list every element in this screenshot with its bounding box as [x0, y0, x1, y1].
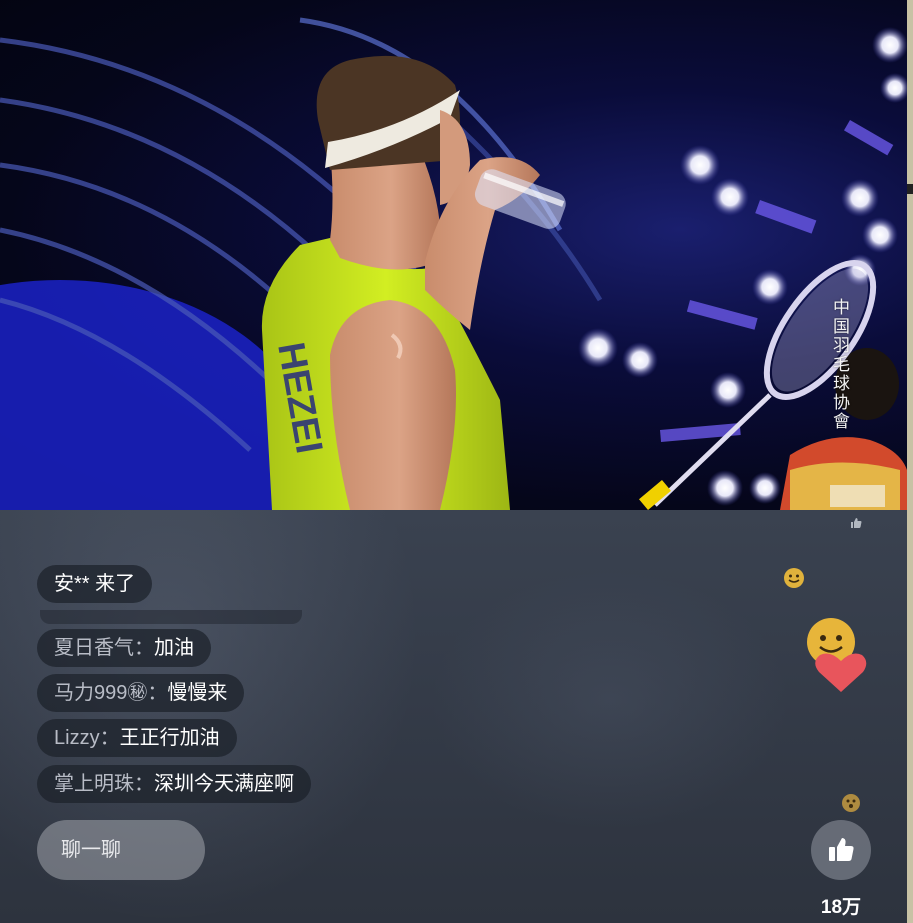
window-edge	[907, 0, 913, 923]
smile-emoji-icon	[784, 568, 804, 588]
live-video-frame[interactable]: HEZEI 中国羽毛球协會	[0, 0, 907, 510]
chat-message[interactable]: 夏日香气：加油	[37, 629, 211, 667]
panel-blur-2	[430, 570, 790, 830]
video-scene: HEZEI	[0, 17, 907, 510]
stage-spotlights	[578, 27, 907, 506]
chat-text: 深圳今天满座啊	[154, 773, 294, 795]
thumbs-up-icon	[829, 838, 854, 861]
join-notice: 安** 来了	[37, 565, 153, 603]
surprised-emoji-icon	[842, 794, 860, 812]
main-player: HEZEI	[261, 55, 566, 510]
chat-nickname: Lizzy：	[54, 727, 120, 749]
like-button[interactable]	[811, 820, 871, 880]
chat-text: 加油	[154, 637, 194, 659]
chat-message[interactable]: 马力999㊙：慢慢来	[37, 674, 245, 712]
chat-message-partial	[40, 610, 302, 624]
chat-text: 王正行加油	[119, 727, 220, 749]
scroll-marker[interactable]	[907, 184, 913, 194]
chat-nickname: 夏日香气：	[54, 637, 154, 659]
chat-text: 慢慢来	[167, 682, 228, 704]
chat-message[interactable]: 掌上明珠：深圳今天满座啊	[37, 765, 311, 803]
chat-nickname: 掌上明珠：	[54, 773, 154, 795]
join-notice-text: 安** 来了	[54, 573, 136, 595]
heart-emoji-icon	[807, 618, 867, 692]
federation-watermark: 中国羽毛球协會	[829, 298, 849, 431]
like-count: 18万	[820, 897, 862, 918]
thumbs-up-float-icon	[851, 518, 862, 528]
chat-input[interactable]: 聊一聊	[37, 820, 205, 880]
chat-nickname: 马力999㊙：	[54, 682, 168, 704]
chat-message[interactable]: Lizzy：王正行加油	[37, 719, 237, 757]
